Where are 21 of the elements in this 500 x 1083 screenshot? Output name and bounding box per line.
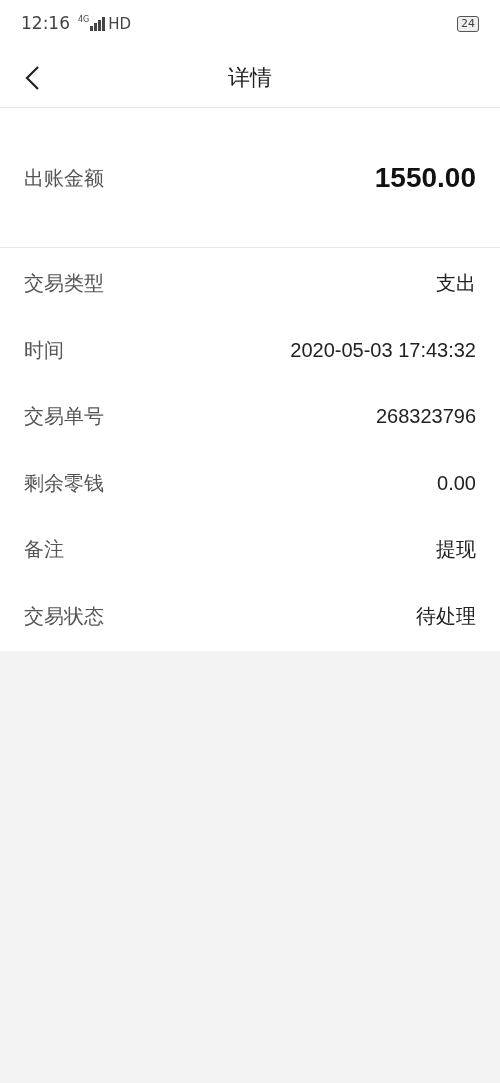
signal-icon (90, 17, 107, 31)
row-value: 0.00 (437, 470, 476, 496)
row-label: 交易单号 (24, 403, 104, 431)
amount-label: 出账金额 (24, 164, 104, 192)
row-value: 支出 (436, 271, 476, 297)
back-icon (24, 64, 40, 91)
amount-value: 1550.00 (374, 160, 476, 195)
row-label: 备注 (24, 536, 64, 564)
battery-icon: 24 (457, 16, 479, 32)
row-label: 时间 (24, 336, 64, 364)
hd-label: HD (108, 13, 132, 35)
row-value: 268323796 (375, 404, 476, 430)
network-label: 4G (78, 16, 90, 24)
row-value: 待处理 (416, 603, 476, 629)
row-label: 交易类型 (24, 270, 104, 298)
row-label: 交易状态 (24, 602, 104, 630)
row-label: 剩余零钱 (24, 469, 104, 497)
row-value: 提现 (436, 537, 476, 563)
row-value: 2020-05-03 17:43:32 (290, 337, 476, 363)
page-title: 详情 (228, 64, 272, 92)
status-time: 12:16 (21, 12, 70, 36)
